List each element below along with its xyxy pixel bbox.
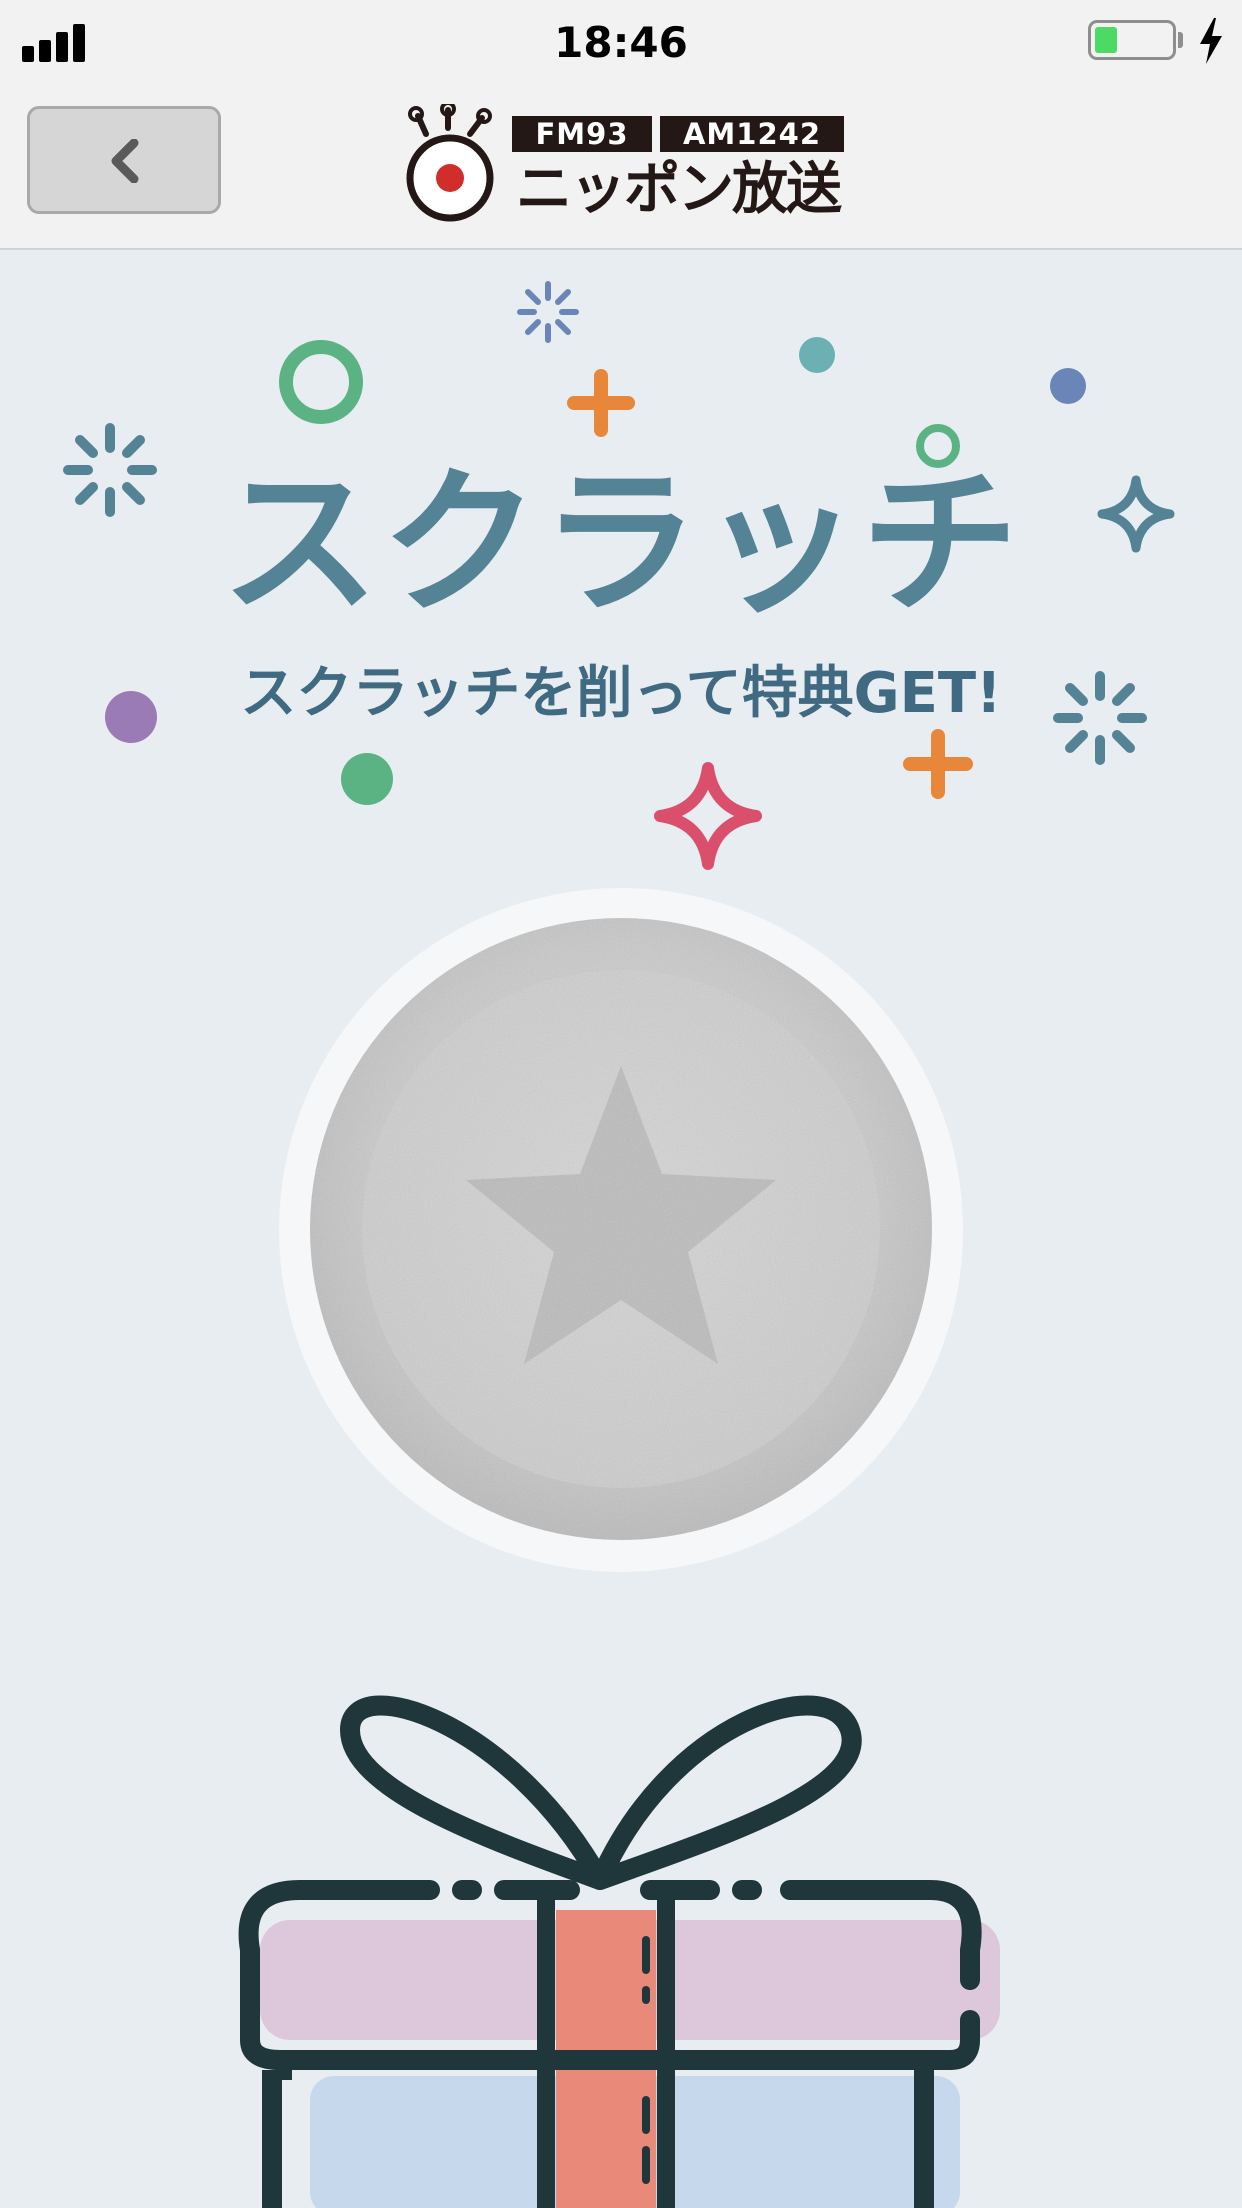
nav-bar: FM93 AM1242 ニッポン放送 — [0, 86, 1242, 250]
fm-badge: FM93 — [512, 116, 652, 152]
battery-cap — [1178, 32, 1183, 48]
am-badge: AM1242 — [660, 116, 844, 152]
charging-icon — [1200, 18, 1222, 64]
dot-decoration-icon — [799, 337, 835, 373]
scratch-card[interactable] — [310, 918, 932, 1540]
status-time: 18:46 — [554, 18, 688, 67]
gift-box-icon — [238, 1695, 1000, 2208]
back-button[interactable] — [27, 106, 221, 214]
station-logo: FM93 AM1242 ニッポン放送 — [404, 104, 844, 224]
station-name: ニッポン放送 — [516, 157, 842, 222]
page-subtitle: スクラッチを削って特典GET! — [240, 661, 1002, 726]
dot-decoration-icon — [341, 753, 393, 805]
diamond-star-decoration-icon — [654, 762, 762, 870]
ring-decoration-icon — [279, 340, 363, 424]
battery-icon — [1088, 20, 1176, 60]
page-title: スクラッチ — [221, 452, 1021, 636]
logo-mascot-icon — [406, 104, 494, 222]
sparkle-decoration-icon — [517, 281, 579, 343]
status-bar: 18:46 — [0, 0, 1242, 86]
plus-decoration-icon — [903, 729, 973, 799]
chevron-left-icon — [111, 139, 139, 183]
plus-decoration-icon — [567, 369, 635, 437]
dot-decoration-icon — [1050, 368, 1086, 404]
star-icon — [310, 918, 932, 1540]
